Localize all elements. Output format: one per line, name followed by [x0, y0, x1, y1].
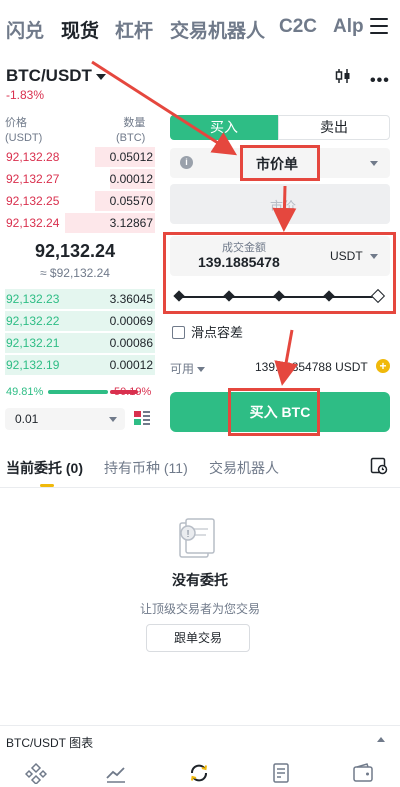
chart-toggle-bar[interactable]: BTC/USDT 图表: [0, 725, 400, 750]
price-header: 价格 (USDT): [5, 117, 43, 144]
orders-history-icon[interactable]: [370, 457, 388, 475]
tab-bots[interactable]: 交易机器人: [209, 458, 279, 478]
slippage-toggle[interactable]: 滑点容差: [172, 322, 243, 341]
chevron-down-icon: [197, 367, 206, 373]
candlestick-icon[interactable]: [334, 68, 352, 84]
price-placeholder: 市价: [270, 199, 297, 214]
price-field: 市价: [170, 184, 390, 224]
bid-row[interactable]: 92,132.23 3.36045: [5, 288, 155, 310]
more-icon[interactable]: •••: [370, 72, 390, 90]
ask-row[interactable]: 92,132.25 0.05570: [5, 190, 155, 212]
sell-side-tab[interactable]: 卖出: [278, 115, 390, 140]
last-price: 92,132.24: [35, 241, 116, 261]
copy-trading-button[interactable]: 跟单交易: [146, 624, 250, 652]
bid-row[interactable]: 92,132.22 0.00069: [5, 310, 155, 332]
empty-title: 没有委托: [172, 572, 228, 588]
depth-precision-select[interactable]: 0.01: [5, 408, 125, 430]
ask-row[interactable]: 92,132.28 0.05012: [5, 146, 155, 168]
tab-holdings[interactable]: 持有币种 (11): [104, 458, 188, 478]
available-label[interactable]: 可用: [170, 360, 206, 377]
bid-row[interactable]: 92,132.21 0.00086: [5, 332, 155, 354]
pair-label: BTC/USDT: [6, 66, 92, 85]
tab-c2c[interactable]: C2C: [279, 16, 317, 38]
chevron-down-icon: [109, 417, 117, 422]
slippage-checkbox[interactable]: [172, 326, 185, 339]
order-book-layout-icon[interactable]: [134, 410, 150, 426]
tab-swap[interactable]: 闪兑: [6, 16, 44, 43]
bottom-nav: [0, 752, 400, 787]
empty-subtitle: 让顶级交易者为您交易: [139, 602, 260, 616]
highlight-buy-button: [228, 388, 320, 436]
plus-icon[interactable]: +: [376, 359, 390, 373]
menu-icon[interactable]: [370, 18, 388, 34]
highlight-amount: [163, 232, 396, 314]
futures-icon[interactable]: [270, 762, 292, 784]
buy-ratio: 49.81%: [6, 386, 44, 398]
available-balance: 139.18854788 USDT: [255, 360, 368, 374]
trade-icon[interactable]: [188, 762, 210, 784]
sell-ratio: 50.19%: [114, 386, 152, 398]
last-price-fiat: ≈ $92,132.24: [40, 266, 110, 280]
buy-ratio-bar: [48, 390, 108, 394]
chevron-down-icon: [370, 161, 378, 166]
home-icon[interactable]: [25, 762, 47, 784]
tab-margin[interactable]: 杠杆: [115, 16, 153, 43]
top-nav: 闪兑 现货 杠杆 交易机器人 C2C Alp: [0, 0, 400, 58]
tab-trading-bots[interactable]: 交易机器人: [170, 16, 265, 43]
ask-row[interactable]: 92,132.27 0.00012: [5, 168, 155, 190]
tab-alpha[interactable]: Alp: [333, 16, 364, 38]
svg-text:!: !: [187, 529, 190, 540]
buy-side-tab[interactable]: 买入: [170, 115, 278, 140]
active-tab-indicator: [40, 484, 54, 487]
wallet-icon[interactable]: [352, 762, 374, 784]
info-icon[interactable]: i: [180, 156, 193, 169]
chevron-down-icon: [95, 73, 106, 80]
chevron-up-icon: [377, 737, 385, 742]
markets-icon[interactable]: [105, 762, 127, 784]
tab-open-orders[interactable]: 当前委托 (0): [6, 458, 83, 478]
qty-header: 数量 (BTC): [116, 117, 146, 144]
highlight-order-type: [240, 145, 320, 181]
tab-spot[interactable]: 现货: [61, 16, 99, 43]
chart-label: BTC/USDT 图表: [6, 736, 94, 750]
pair-selector[interactable]: BTC/USDT: [6, 66, 106, 86]
bid-row[interactable]: 92,132.19 0.00012: [5, 354, 155, 376]
orders-tabs: 当前委托 (0) 持有币种 (11) 交易机器人: [0, 450, 400, 488]
price-change: -1.83%: [6, 88, 45, 102]
empty-orders-icon: !: [179, 518, 215, 558]
ask-row[interactable]: 92,132.24 3.12867: [5, 212, 155, 234]
